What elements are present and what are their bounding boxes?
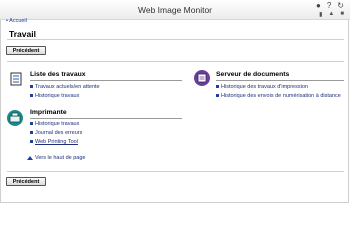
divider [7,171,344,172]
back-to-top-label: Vers le haut de page [35,155,86,161]
link-label: Historique des travaux d'impression [221,84,308,90]
section-rule [216,80,344,81]
printer-icon[interactable]: ▮ [319,11,322,18]
link-job-history[interactable]: Historique travaux [30,93,79,99]
link-label: Web Printing Tool [35,139,78,145]
link-label: Historique des envois de numérisation à … [221,93,341,99]
help-icon[interactable]: ? [327,2,331,10]
settings-icon[interactable]: ■ [340,11,344,18]
top-small-icon-group: ▮ ▲ ■ [319,11,344,18]
link-remote-scan-history[interactable]: Historique des envois de numérisation à … [216,93,341,99]
section-title-jobs: Liste des travaux [30,71,86,78]
document-server-icon [194,70,210,86]
back-to-top-link[interactable]: Vers le haut de page [27,155,85,161]
page-title: Travail [9,29,36,39]
section-rule [30,118,182,119]
bullet-icon [30,140,33,144]
link-print-job-history[interactable]: Historique des travaux d'impression [216,84,308,90]
section-title-printer: Imprimante [30,109,67,116]
bullet-icon [30,131,33,135]
section-rule [30,80,182,81]
link-label: Journal des erreurs [35,130,83,136]
link-printer-job-history[interactable]: Historique travaux [30,121,79,127]
link-label: Travaux actuels/en attente [35,84,100,90]
back-button-top[interactable]: Précédent [6,46,46,55]
bullet-icon [30,122,33,126]
app-title: Web Image Monitor [137,5,212,15]
bullet-icon [30,94,33,98]
link-current-jobs[interactable]: Travaux actuels/en attente [30,84,100,90]
user-icon[interactable]: ● [316,2,321,10]
top-bar: Web Image Monitor ● ? ↻ ▮ ▲ ■ [0,0,350,20]
divider [7,61,344,62]
job-list-icon [10,72,22,86]
top-icon-group: ● ? ↻ [316,2,344,10]
link-label: Historique travaux [35,121,80,127]
window-frame [0,0,349,203]
divider [7,39,344,40]
back-button-bottom[interactable]: Précédent [6,177,46,186]
refresh-icon[interactable]: ↻ [337,2,344,10]
link-label: Historique travaux [35,93,80,99]
bullet-icon [216,85,219,89]
bullet-icon [216,94,219,98]
link-web-printing-tool[interactable]: Web Printing Tool [30,139,78,145]
up-arrow-icon [27,155,33,160]
printer-section-icon [7,110,23,126]
home-link[interactable]: • Accueil [6,18,27,24]
bullet-icon [30,85,33,89]
home-icon[interactable]: ▲ [328,11,334,18]
link-error-log[interactable]: Journal des erreurs [30,130,82,136]
section-title-document-server: Serveur de documents [216,71,290,78]
